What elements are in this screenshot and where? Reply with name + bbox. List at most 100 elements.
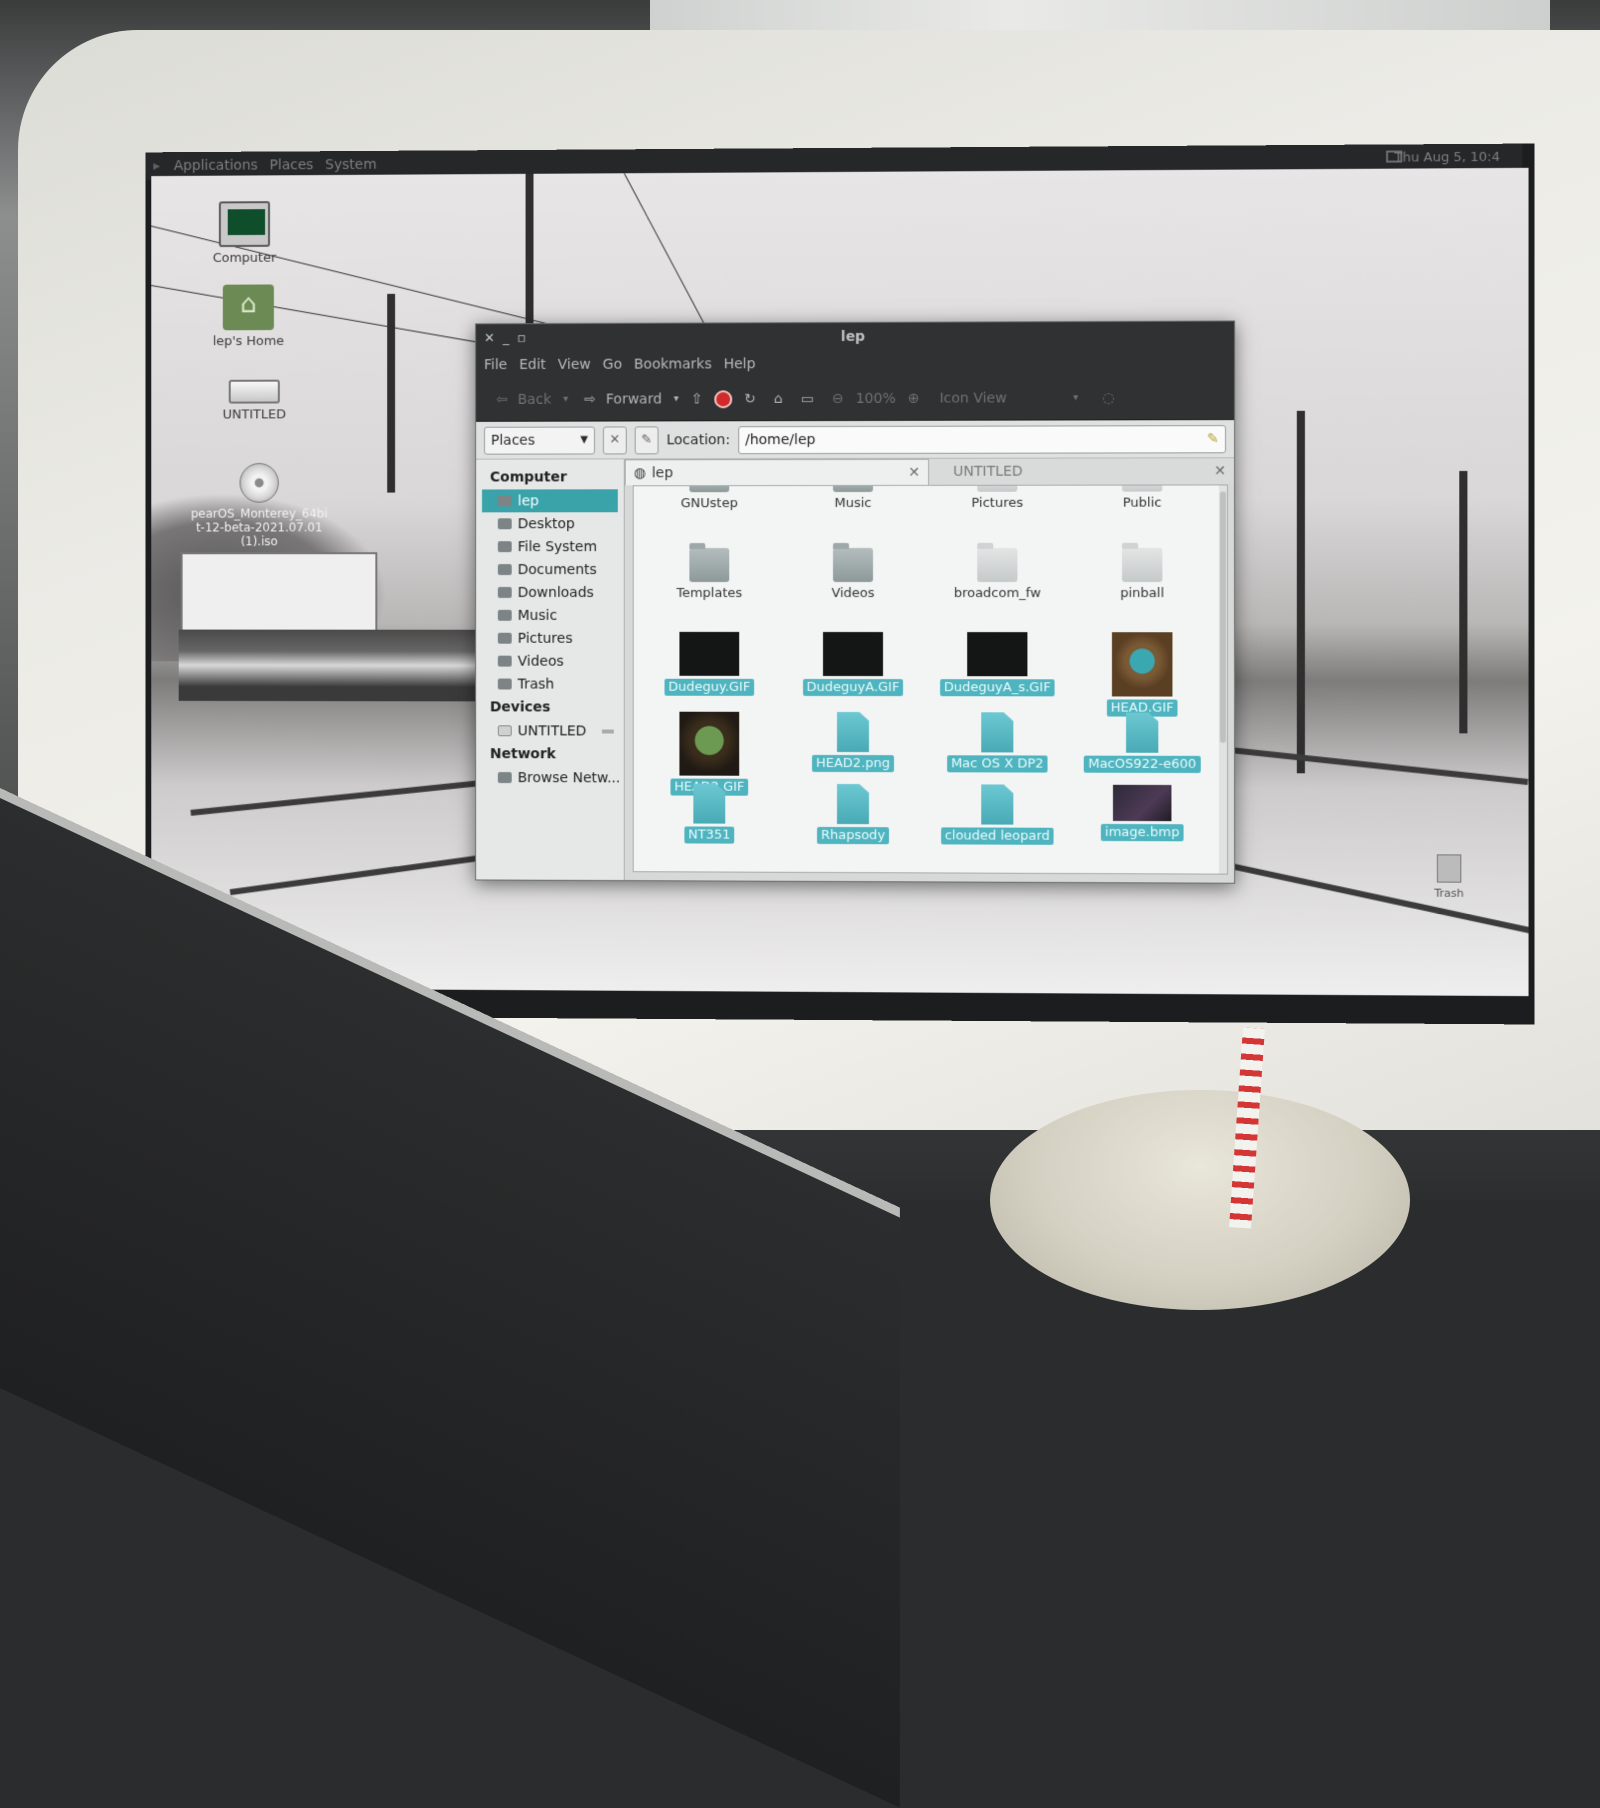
up-arrow-icon[interactable]: ⇧ xyxy=(685,387,709,411)
panel-menu-system[interactable]: System xyxy=(325,157,376,173)
view-mode-select[interactable]: Icon View xyxy=(940,390,1007,406)
close-tab-icon[interactable]: ✕ xyxy=(908,464,920,480)
computer-icon[interactable]: ▭ xyxy=(795,387,820,411)
desktop-icon-computer[interactable]: Computer xyxy=(181,201,309,266)
sidebar-item-videos[interactable]: Videos xyxy=(476,650,624,673)
desktop-icon-untitled-drive[interactable]: UNTITLED xyxy=(190,364,318,423)
photo-background: ▸ Applications Places System Thu Aug 5, … xyxy=(0,0,1600,1808)
panel-logo-icon[interactable]: ▸ xyxy=(153,158,160,174)
file-item[interactable]: clouded leopard xyxy=(927,784,1068,845)
sidebar-item-untitled[interactable]: UNTITLED xyxy=(476,719,624,742)
panel-menu-places[interactable]: Places xyxy=(270,157,314,173)
reload-icon[interactable]: ↻ xyxy=(738,387,762,411)
search-icon[interactable]: ◌ xyxy=(1102,390,1114,406)
menu-file[interactable]: File xyxy=(484,357,507,373)
file-item[interactable]: HEAD.GIF xyxy=(1072,632,1213,717)
file-item[interactable]: image.bmp xyxy=(1072,784,1213,842)
file-item-label: clouded leopard xyxy=(940,827,1054,845)
tab-untitled[interactable]: UNTITLED ✕ xyxy=(929,458,1235,485)
arrow-right-icon: ⇨ xyxy=(584,391,596,408)
file-item[interactable]: MacOS922-e600 xyxy=(1072,712,1213,774)
file-item[interactable]: Music xyxy=(783,484,923,512)
forward-history-icon[interactable]: ▾ xyxy=(674,393,679,404)
panel-menu-applications[interactable]: Applications xyxy=(174,158,258,174)
sidebar-type-select[interactable]: Places ▼ xyxy=(483,426,595,455)
sidebar-item-music[interactable]: Music xyxy=(476,604,624,627)
file-item[interactable]: Templates xyxy=(640,548,779,602)
pictures-folder-icon xyxy=(497,632,512,644)
sidebar-item-downloads[interactable]: Downloads xyxy=(476,581,624,604)
file-item[interactable]: pinball xyxy=(1072,547,1213,602)
videos-folder-icon xyxy=(497,655,512,667)
close-icon: ✕ xyxy=(609,432,621,448)
file-item-label: NT351 xyxy=(684,826,735,844)
menu-view[interactable]: View xyxy=(558,357,591,373)
sidebar-item-lep[interactable]: lep xyxy=(482,489,618,513)
sidebar-item-desktop[interactable]: Desktop xyxy=(476,512,624,535)
image-thumbnail-icon xyxy=(679,631,740,676)
back-history-icon[interactable]: ▾ xyxy=(563,394,568,405)
close-sidebar-button[interactable]: ✕ xyxy=(602,425,627,454)
scrollbar-thumb[interactable] xyxy=(1219,491,1226,743)
menu-bookmarks[interactable]: Bookmarks xyxy=(634,356,712,372)
file-item[interactable]: DudeguyA.GIF xyxy=(783,631,923,697)
sidebar-item-trash[interactable]: Trash xyxy=(476,673,624,696)
menu-help[interactable]: Help xyxy=(724,356,756,372)
places-sidebar: Computer lep Desktop File System Documen… xyxy=(476,459,625,881)
close-window-icon[interactable]: ✕ xyxy=(484,331,495,346)
file-item[interactable]: Rhapsody xyxy=(783,784,923,845)
panel-menus: Applications Places System xyxy=(174,157,377,174)
folder-icon xyxy=(977,547,1018,582)
menu-go[interactable]: Go xyxy=(603,357,622,373)
sidebar-item-pictures[interactable]: Pictures xyxy=(476,627,624,650)
eject-icon[interactable] xyxy=(601,729,614,734)
wallpaper-mast xyxy=(1459,470,1468,734)
file-item[interactable]: Public xyxy=(1072,484,1213,511)
file-item[interactable]: broadcom_fw xyxy=(927,547,1068,602)
file-item[interactable]: HEAD2.png xyxy=(783,712,923,773)
sidebar-item-file-system[interactable]: File System xyxy=(476,535,624,558)
document-icon xyxy=(693,784,725,824)
computer-icon xyxy=(218,201,270,248)
file-item[interactable]: NT351 xyxy=(640,783,779,844)
tab-lep[interactable]: ◍ lep ✕ xyxy=(624,458,930,486)
location-input[interactable]: /home/lep ✎ xyxy=(738,424,1226,454)
zoom-in-icon[interactable]: ⊕ xyxy=(902,386,926,410)
back-button[interactable]: ⇦ Back xyxy=(486,385,557,413)
forward-button[interactable]: ⇨ Forward xyxy=(574,385,668,413)
file-item-label: Videos xyxy=(831,585,875,602)
maximize-window-icon[interactable]: ▫ xyxy=(517,331,526,346)
vertical-scrollbar[interactable] xyxy=(1218,485,1228,874)
view-mode-dropdown-icon[interactable]: ▾ xyxy=(1073,392,1078,403)
clear-location-icon[interactable]: ✎ xyxy=(1207,431,1219,447)
file-item[interactable]: Dudeguy.GIF xyxy=(640,631,779,696)
panel-clock[interactable]: Thu Aug 5, 10:4 xyxy=(1394,150,1500,166)
zoom-out-icon[interactable]: ⊖ xyxy=(826,386,850,410)
file-item[interactable]: Videos xyxy=(783,547,923,602)
sidebar-item-documents[interactable]: Documents xyxy=(476,558,624,581)
folder-icon xyxy=(1122,484,1163,492)
sidebar-item-browse-network[interactable]: Browse Netw... xyxy=(476,766,624,789)
icon-grid: GNUstep Music Pictures Public Templates Video… xyxy=(632,484,1229,875)
desktop-icon-trash[interactable]: Trash xyxy=(1408,854,1489,900)
close-tab-icon[interactable]: ✕ xyxy=(1214,463,1226,479)
disc-image-icon xyxy=(239,462,279,503)
window-titlebar[interactable]: ✕ _ ▫ lep xyxy=(476,321,1235,353)
file-item[interactable]: Pictures xyxy=(927,484,1068,511)
desktop-icon-label: UNTITLED xyxy=(222,407,286,423)
file-item[interactable]: GNUstep xyxy=(640,484,779,512)
file-item-label: Templates xyxy=(676,585,743,601)
location-value: /home/lep xyxy=(745,431,816,448)
file-item[interactable]: Mac OS X DP2 xyxy=(927,712,1068,773)
file-item[interactable]: DudeguyA_s.GIF xyxy=(927,632,1068,697)
home-icon[interactable]: ⌂ xyxy=(768,387,789,411)
stop-icon[interactable] xyxy=(714,389,733,408)
chevron-down-icon: ▼ xyxy=(580,434,589,446)
file-item-label: DudeguyA_s.GIF xyxy=(939,679,1055,697)
desktop-icon-iso[interactable]: pearOS_Monterey_64bit-12-beta-2021.07.01… xyxy=(190,462,328,548)
menu-edit[interactable]: Edit xyxy=(519,357,546,373)
minimize-window-icon[interactable]: _ xyxy=(503,331,509,346)
desktop-icon-home[interactable]: lep's Home xyxy=(185,284,313,349)
toggle-location-button[interactable]: ✎ xyxy=(634,425,659,454)
forward-label: Forward xyxy=(605,390,662,408)
